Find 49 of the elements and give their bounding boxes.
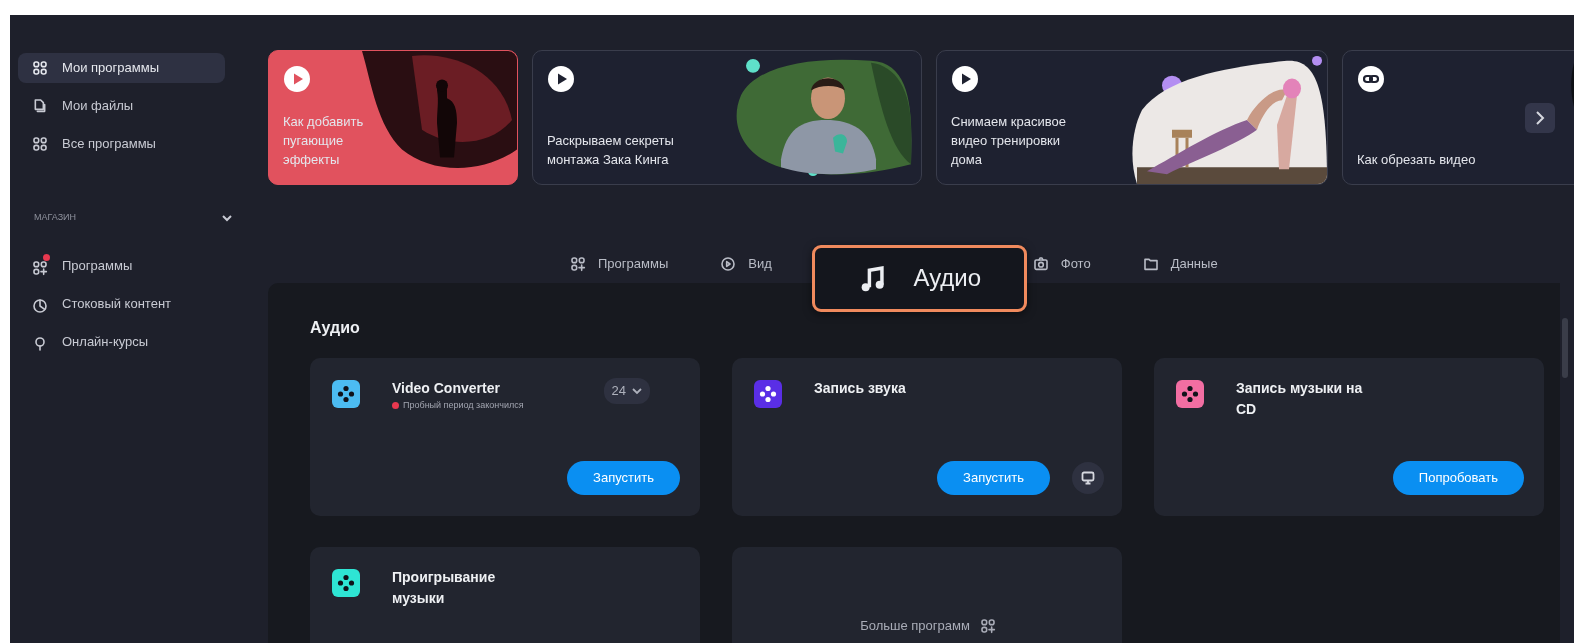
sidebar-item[interactable]: Все программы [18,129,225,159]
tab[interactable]: Фото [1032,254,1091,274]
sidebar-item[interactable]: Онлайн-курсы [18,326,225,357]
app-name: Запись звука [814,379,906,398]
tab[interactable]: Программы [570,254,669,274]
tab[interactable]: Данные [1142,254,1218,274]
version-dropdown[interactable]: 24 [603,378,650,404]
section-heading: Аудио [310,318,361,338]
desktop-button[interactable] [1072,462,1104,494]
chevron-icon [632,386,642,395]
sidebar-item[interactable]: Программы [18,250,225,281]
next-button[interactable] [1525,103,1555,133]
section-title: МАГАЗИН [34,211,77,224]
link-icon [1357,65,1385,93]
scrollbar-thumb[interactable] [1562,318,1568,378]
banner-card[interactable]: Снимаем красивое видео тренировки дома [936,50,1328,185]
grid-icon [32,60,48,76]
grid-plus-icon [570,256,586,272]
banner-card[interactable]: Как обрезать видео [1342,50,1574,185]
chevron-right-icon [1534,111,1546,125]
grid-plus-icon [979,617,996,634]
banner-title: Как обрезать видео [1357,151,1476,170]
pie-icon [32,298,48,315]
monitor-icon [1081,471,1095,485]
banner-title: Раскрываем секреты монтажа Зака Кинга [547,132,675,170]
app-name: Проигрывание музыки [392,568,497,608]
bulb-icon [32,336,48,353]
play-circle-icon [720,256,737,272]
play-icon [951,65,979,93]
banner-title: Снимаем красивое видео тренировки дома [951,113,1067,170]
sidebar-item[interactable]: Мои файлы [18,91,225,121]
app-name: Video Converter [392,379,501,398]
banner-title: Как добавить пугающие эффекты [283,113,365,170]
folder-icon [1142,256,1159,272]
grid-icon [32,136,48,152]
files-icon [32,98,48,114]
sidebar-item[interactable]: Стоковый контент [18,288,225,319]
status-dot [392,402,399,410]
camera-icon [1032,256,1049,272]
tab[interactable]: Вид [720,254,772,274]
play-icon [547,65,575,93]
tab[interactable]: Аудио [811,244,1027,312]
banner-card[interactable]: Раскрываем секреты монтажа Зака Кинга [532,50,922,185]
status-text: Пробный период закончился [403,399,524,412]
grid-plus-icon [32,260,48,277]
app-name: Запись музыки на CD [1236,379,1364,419]
play-icon [283,65,311,93]
sidebar-item[interactable]: Мои программы [18,53,225,83]
more-programs-link[interactable]: Больше программ [854,615,1002,637]
